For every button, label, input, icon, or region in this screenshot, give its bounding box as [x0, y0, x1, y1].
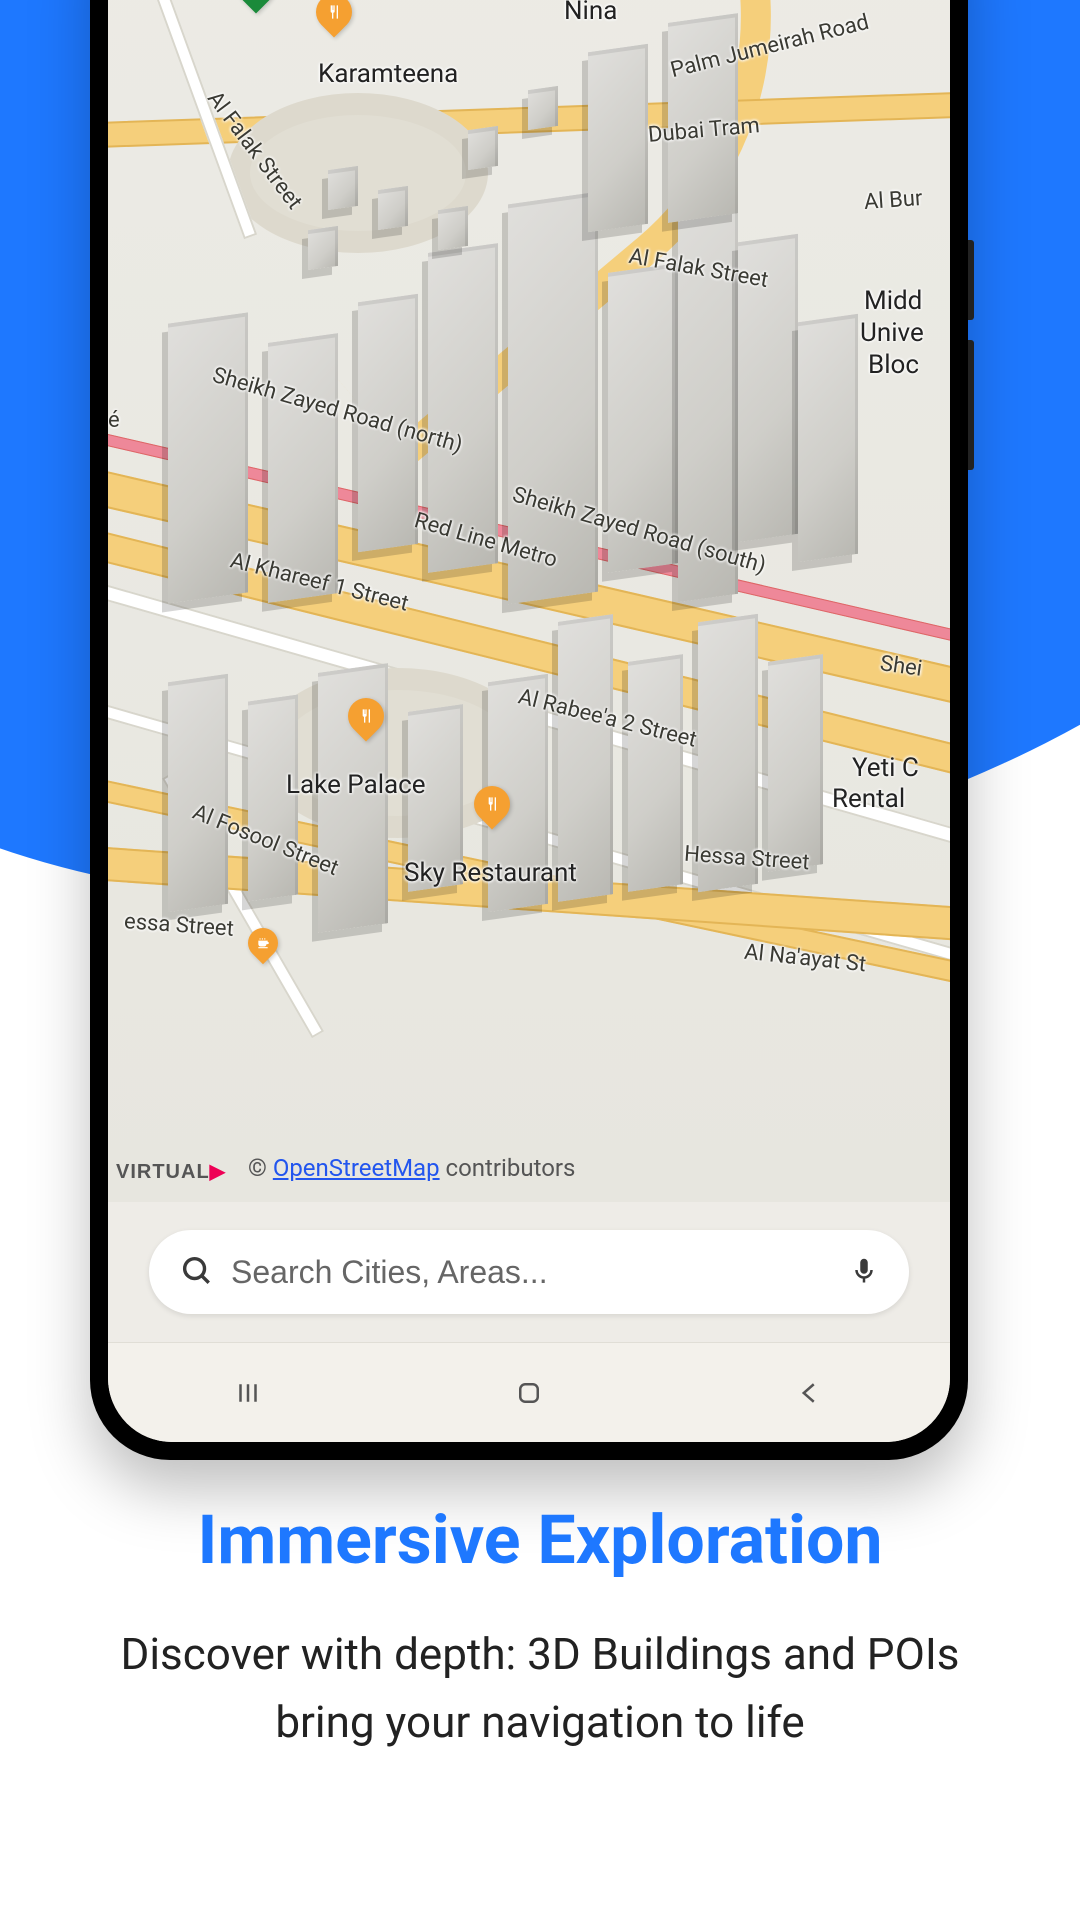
building-3d	[168, 674, 228, 912]
building-3d	[468, 126, 498, 170]
building-3d	[378, 186, 408, 230]
search-icon	[179, 1253, 213, 1291]
building-3d	[628, 654, 683, 892]
building-3d	[438, 206, 468, 250]
logo-arrow-icon: ▶	[210, 1161, 226, 1183]
poi-label[interactable]: Yeti C	[852, 753, 919, 783]
building-3d	[308, 226, 338, 270]
phone-screen: Dubai TramDubai TramPalm Jumeirah RoadAl…	[108, 0, 950, 1442]
park-poi-icon[interactable]	[231, 0, 282, 13]
poi-label[interactable]: Unive	[860, 318, 924, 348]
phone-side-button	[968, 240, 974, 320]
attribution-suffix: contributors	[446, 1154, 576, 1182]
marketing-hero: Immersive Exploration Discover with dept…	[0, 1500, 1080, 1756]
building-3d	[798, 314, 858, 562]
back-button[interactable]	[790, 1373, 830, 1413]
phone-frame: Dubai TramDubai TramPalm Jumeirah RoadAl…	[90, 0, 968, 1460]
poi-label[interactable]: Rental	[832, 784, 905, 814]
building-3d	[528, 86, 558, 130]
street-label: essa Street	[123, 909, 234, 942]
home-button[interactable]	[509, 1373, 549, 1413]
osm-link[interactable]: OpenStreetMap	[273, 1154, 440, 1182]
android-nav-bar	[108, 1342, 950, 1442]
street-label: é	[108, 408, 120, 433]
building-3d	[768, 654, 823, 872]
copyright-symbol: ©	[248, 1154, 267, 1182]
voice-search-icon[interactable]	[849, 1255, 879, 1289]
hero-subtitle: Discover with depth: 3D Buildings and PO…	[0, 1620, 1080, 1756]
poi-label[interactable]: Lake Palace	[286, 770, 426, 800]
map-viewport[interactable]: Dubai TramDubai TramPalm Jumeirah RoadAl…	[108, 0, 950, 1202]
logo-text: VIRTUAL	[116, 1161, 210, 1183]
poi-label[interactable]: Midd	[864, 286, 922, 316]
building-3d	[328, 166, 358, 210]
search-input[interactable]	[231, 1254, 849, 1291]
building-3d	[588, 44, 648, 232]
street-label: Al Bur	[863, 186, 923, 215]
recent-apps-button[interactable]	[228, 1373, 268, 1413]
map-attribution: © OpenStreetMap contributors	[248, 1154, 575, 1182]
phone-side-button	[968, 340, 974, 470]
hero-title: Immersive Exploration	[0, 1500, 1080, 1580]
search-area	[108, 1202, 950, 1342]
search-bar[interactable]	[149, 1230, 909, 1314]
poi-label[interactable]: Nina	[564, 0, 617, 26]
poi-label[interactable]: Karamteena	[318, 59, 458, 89]
poi-label[interactable]: Bloc	[868, 350, 919, 380]
map-provider-logo: VIRTUAL▶	[116, 1159, 226, 1184]
poi-label[interactable]: Sky Restaurant	[404, 858, 577, 888]
